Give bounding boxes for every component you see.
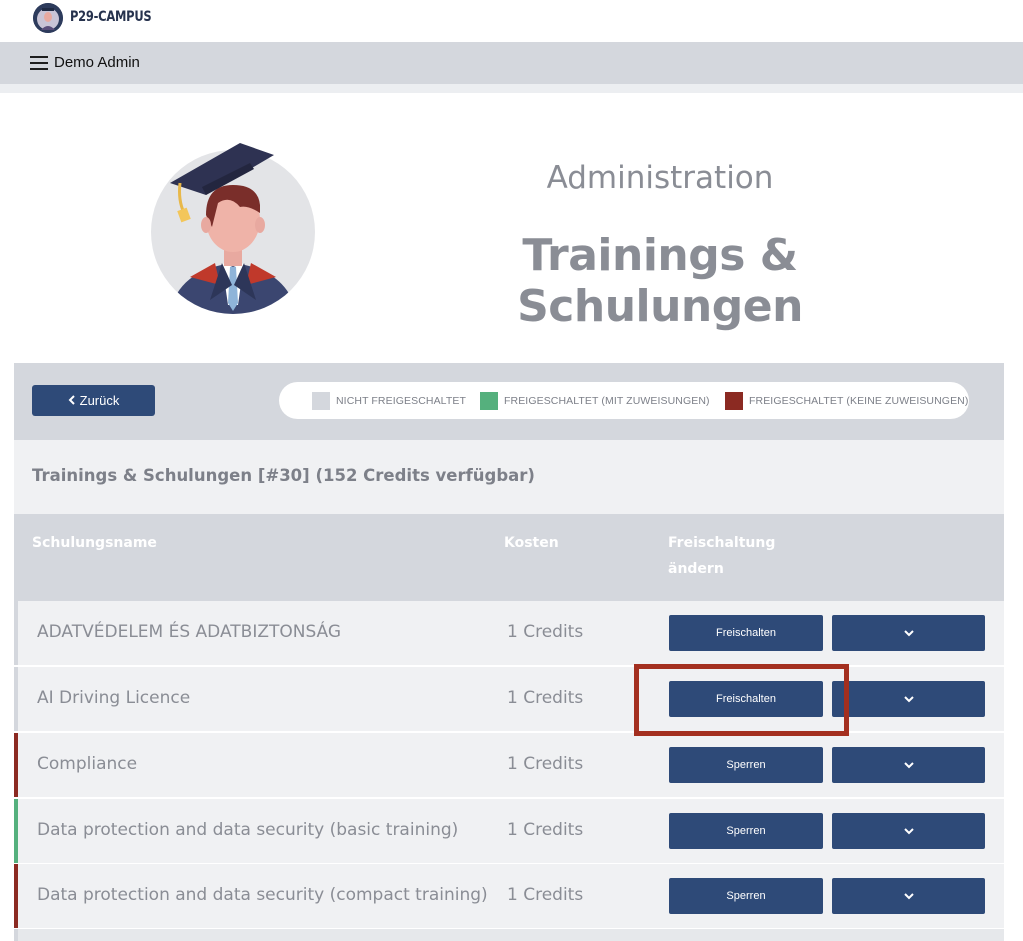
- table-row-partial: [14, 929, 1004, 941]
- legend-label: FREIGESCHALTET (KEINE ZUWEISUNGEN): [749, 395, 969, 407]
- legend-swatch-green: [480, 392, 498, 410]
- chevron-left-icon: [68, 393, 76, 408]
- top-bar: P29-CAMPUS: [0, 0, 1023, 42]
- lock-button[interactable]: Sperren: [669, 747, 823, 783]
- back-button-label: Zurück: [79, 393, 120, 408]
- column-header-action-line1: Freischaltung: [668, 535, 776, 551]
- table-row: AI Driving Licence 1 Credits Freischalte…: [14, 667, 1004, 731]
- training-cost: 1 Credits: [507, 688, 584, 708]
- training-cost: 1 Credits: [507, 622, 584, 642]
- back-button[interactable]: Zurück: [32, 385, 155, 416]
- training-name: Data protection and data security (basic…: [37, 820, 459, 840]
- column-header-action: Freischaltung ändern: [668, 530, 775, 582]
- dropdown-button[interactable]: [832, 681, 985, 717]
- navbar-divider: [0, 84, 1023, 93]
- training-cost: 1 Credits: [507, 754, 584, 774]
- table-row: Data protection and data security (basic…: [14, 799, 1004, 863]
- legend-item-not-unlocked: NICHT FREIGESCHALTET: [312, 392, 466, 410]
- training-name: AI Driving Licence: [37, 688, 191, 708]
- graduate-avatar-image: [140, 135, 330, 320]
- legend-swatch-red: [725, 392, 743, 410]
- lock-button[interactable]: Sperren: [669, 813, 823, 849]
- training-name: Data protection and data security (compa…: [37, 885, 488, 905]
- column-header-cost: Kosten: [504, 535, 559, 551]
- legend-item-unlocked-no-assignments: FREIGESCHALTET (KEINE ZUWEISUNGEN): [725, 392, 968, 410]
- section-title: Trainings & Schulungen [#30] (152 Credit…: [32, 466, 535, 485]
- training-cost: 1 Credits: [507, 820, 584, 840]
- table-row: ADATVÉDELEM ÉS ADATBIZTONSÁG 1 Credits F…: [14, 601, 1004, 665]
- legend-item-unlocked-with-assignments: FREIGESCHALTET (MIT ZUWEISUNGEN): [480, 392, 710, 410]
- lock-button[interactable]: Sperren: [669, 878, 823, 914]
- page-title: Trainings & Schulungen: [517, 230, 803, 332]
- legend-label: NICHT FREIGESCHALTET: [336, 395, 466, 407]
- hero-subtitle: Administration: [546, 160, 774, 196]
- legend-label: FREIGESCHALTET (MIT ZUWEISUNGEN): [504, 395, 710, 407]
- dropdown-button[interactable]: [832, 878, 985, 914]
- legend-swatch-grey: [312, 392, 330, 410]
- training-cost: 1 Credits: [507, 885, 584, 905]
- chevron-down-icon: [903, 630, 914, 637]
- chevron-down-icon: [903, 696, 914, 703]
- chevron-down-icon: [903, 828, 914, 835]
- dropdown-button[interactable]: [832, 813, 985, 849]
- training-name: Compliance: [37, 754, 138, 774]
- dropdown-button[interactable]: [832, 615, 985, 651]
- toolbar: Zurück NICHT FREIGESCHALTET FREIGESCHALT…: [14, 363, 1004, 440]
- status-legend: NICHT FREIGESCHALTET FREIGESCHALTET (MIT…: [279, 382, 969, 419]
- logo-text[interactable]: P29-CAMPUS: [70, 9, 152, 25]
- section-header: Trainings & Schulungen [#30] (152 Credit…: [14, 440, 1004, 514]
- dropdown-button[interactable]: [832, 747, 985, 783]
- hamburger-icon[interactable]: [30, 56, 48, 70]
- training-name: ADATVÉDELEM ÉS ADATBIZTONSÁG: [37, 622, 342, 642]
- navbar: Demo Admin: [0, 42, 1023, 84]
- table-header: Schulungsname Kosten Freischaltung änder…: [14, 514, 1004, 601]
- column-header-name: Schulungsname: [32, 535, 157, 551]
- chevron-down-icon: [903, 762, 914, 769]
- column-header-action-line2: ändern: [668, 561, 724, 577]
- table-row: Compliance 1 Credits Sperren: [14, 733, 1004, 797]
- chevron-down-icon: [903, 893, 914, 900]
- table-row: Data protection and data security (compa…: [14, 864, 1004, 928]
- unlock-button[interactable]: Freischalten: [669, 681, 823, 717]
- nav-user-label[interactable]: Demo Admin: [54, 54, 140, 71]
- logo-icon[interactable]: [33, 3, 63, 33]
- unlock-button[interactable]: Freischalten: [669, 615, 823, 651]
